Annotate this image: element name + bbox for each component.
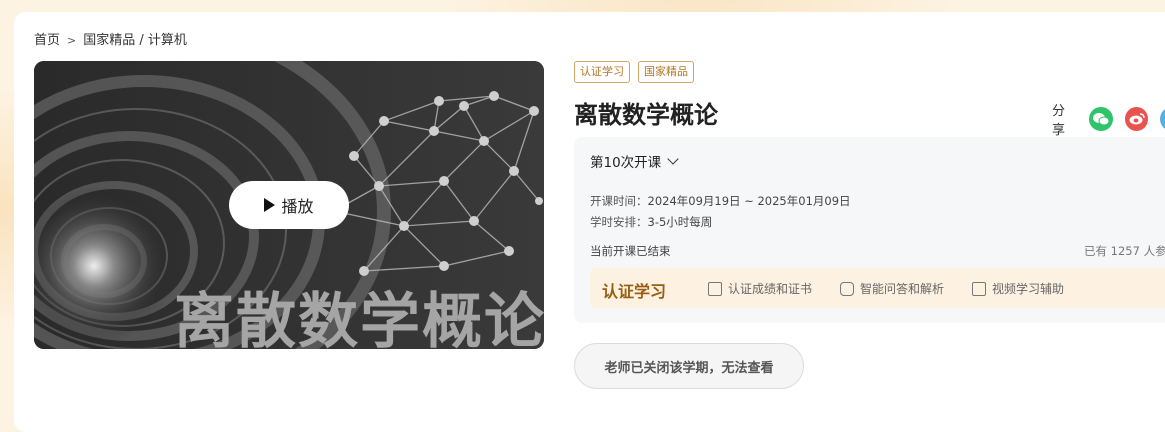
breadcrumb: 首页 > 国家精品 / 计算机 (34, 29, 187, 48)
feature-ai-qa-label: 智能问答和解析 (860, 282, 945, 296)
term-schedule-label: 学时安排： (590, 215, 648, 229)
breadcrumb-home[interactable]: 首页 (34, 29, 60, 48)
term-schedule-value: 3-5小时每周 (647, 215, 713, 229)
play-icon (264, 198, 276, 212)
play-button[interactable]: 播放 (229, 181, 349, 229)
feature-ai-qa: 智能问答和解析 (840, 280, 944, 297)
breadcrumb-path[interactable]: 国家精品 / 计算机 (83, 29, 187, 48)
enrolled-count: 已有 1257 人参 (1084, 244, 1165, 258)
feature-video-assist-label: 视频学习辅助 (992, 282, 1065, 296)
wechat-icon[interactable] (1089, 107, 1113, 131)
course-tags: 认证学习 国家精品 (574, 61, 694, 83)
feature-certificate: 认证成绩和证书 (708, 280, 812, 297)
share-label: 分享 (1052, 104, 1066, 138)
course-cover[interactable]: 离散数学概论 播放 (34, 61, 544, 349)
tag-national-quality: 国家精品 (638, 61, 694, 83)
breadcrumb-separator: > (67, 34, 77, 47)
certification-bar: 认证学习 认证成绩和证书 智能问答和解析 视频学习辅助 (590, 268, 1165, 308)
term-time-value: 2024年09月19日 ~ 2025年01月09日 (647, 194, 851, 208)
weibo-icon[interactable] (1124, 107, 1149, 131)
term-selector[interactable]: 第10次开课 (590, 151, 679, 171)
term-time-label: 开课时间： (590, 194, 648, 208)
term-status: 当前开课已结束 (590, 244, 671, 258)
chevron-down-icon (667, 153, 679, 165)
robot-icon (840, 281, 854, 296)
tag-certified: 认证学习 (574, 61, 630, 83)
certification-title: 认证学习 (602, 282, 667, 301)
cover-title: 离散数学概论 (174, 287, 544, 349)
course-title: 离散数学概论 (574, 101, 718, 129)
play-label: 播放 (281, 197, 314, 216)
term-time: 开课时间：2024年09月19日 ~ 2025年01月09日 (590, 193, 851, 209)
term-closed-button[interactable]: 老师已关闭该学期，无法查看 (574, 343, 804, 389)
feature-certificate-label: 认证成绩和证书 (728, 282, 813, 296)
video-play-icon (972, 281, 986, 296)
share-bar: 分享 (1052, 100, 1165, 138)
feature-video-assist: 视频学习辅助 (972, 280, 1064, 297)
term-schedule: 学时安排：3-5小时每周 (590, 214, 712, 230)
certificate-icon (708, 281, 722, 296)
term-panel: 第10次开课 开课时间：2024年09月19日 ~ 2025年01月09日 学时… (574, 137, 1165, 323)
term-label: 第10次开课 (590, 155, 662, 171)
course-card: 首页 > 国家精品 / 计算机 离散数学概论 播放 认证学习 国家精品 离散数学… (14, 12, 1165, 432)
qq-icon[interactable] (1160, 107, 1165, 131)
